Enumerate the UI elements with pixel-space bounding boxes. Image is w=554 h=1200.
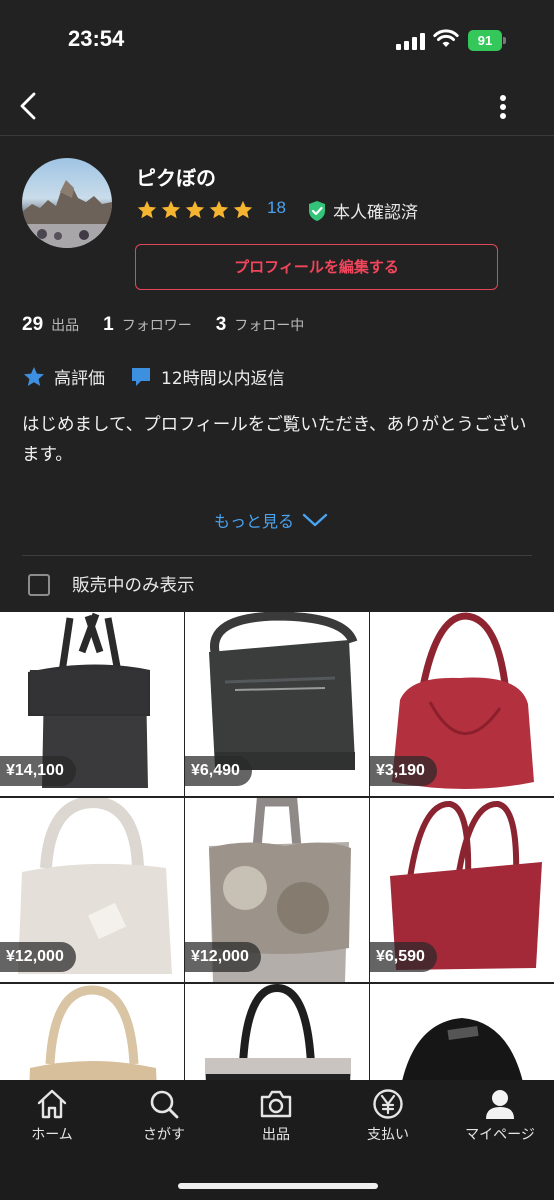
battery-indicator: 91 (468, 30, 506, 51)
star-icon (233, 200, 253, 219)
star-icon (161, 200, 181, 219)
on-sale-filter[interactable]: 販売中のみ表示 (28, 572, 195, 597)
person-icon (486, 1090, 514, 1119)
chat-bubble-icon (132, 367, 150, 386)
stat-label: フォロワー (121, 318, 192, 334)
avatar[interactable] (22, 158, 112, 248)
item-tile[interactable]: ¥12,000 (0, 798, 184, 982)
yen-icon (373, 1089, 403, 1119)
avatar-photo (22, 180, 112, 248)
rating-stars[interactable] (136, 198, 254, 222)
battery-level: 91 (468, 30, 502, 51)
star-icon (137, 200, 157, 219)
tab-label: ホーム (31, 1127, 73, 1143)
tab-sell[interactable]: 出品 (226, 1088, 326, 1144)
seller-badges: 高評価 12時間以内返信 (22, 364, 309, 389)
wifi-icon (433, 29, 459, 47)
home-icon (37, 1089, 67, 1119)
divider (22, 555, 532, 556)
item-price: ¥3,190 (370, 756, 437, 786)
item-price: ¥6,590 (370, 942, 437, 972)
star-icon (209, 200, 229, 219)
home-indicator (178, 1183, 378, 1189)
item-price: ¥14,100 (0, 756, 76, 786)
badge-high-rating: 高評価 (22, 364, 105, 389)
tab-bar: ホーム さがす 出品 支払い マイページ (0, 1080, 554, 1200)
stat-value: 29 (22, 314, 44, 335)
item-tile[interactable]: ¥3,190 (370, 612, 554, 796)
chevron-down-icon (302, 513, 328, 527)
profile-stats: 29 出品 1 フォロワー 3 フォロー中 (22, 314, 328, 336)
filter-label: 販売中のみ表示 (72, 576, 195, 596)
on-sale-checkbox[interactable] (28, 573, 50, 596)
item-price: ¥12,000 (0, 942, 76, 972)
search-icon (150, 1090, 179, 1119)
rating-count[interactable]: 18 (267, 198, 286, 218)
tab-label: 出品 (262, 1127, 290, 1143)
stat-value: 3 (215, 314, 227, 335)
badge-fast-reply: 12時間以内返信 (129, 364, 285, 389)
shield-check-icon (309, 200, 325, 221)
item-tile[interactable]: ¥14,100 (0, 612, 184, 796)
star-icon (185, 200, 205, 219)
stat-label: フォロー中 (234, 318, 305, 334)
camera-icon (260, 1090, 292, 1118)
edit-profile-button[interactable]: プロフィールを編集する (135, 244, 498, 290)
tab-label: さがす (143, 1127, 185, 1143)
stat-label: 出品 (51, 318, 80, 334)
tab-home[interactable]: ホーム (2, 1088, 102, 1144)
badge-label: 12時間以内返信 (161, 369, 285, 389)
tab-mypage[interactable]: マイページ (450, 1088, 550, 1144)
stat-listings: 29 出品 (22, 314, 79, 336)
tab-label: マイページ (465, 1127, 535, 1143)
stat-following[interactable]: 3 フォロー中 (216, 314, 305, 336)
item-price: ¥12,000 (185, 942, 261, 972)
item-tile[interactable]: ¥6,590 (370, 798, 554, 982)
status-time: 23:54 (68, 26, 125, 51)
back-icon[interactable] (14, 86, 44, 126)
profile-bio: はじめまして、プロフィールをご覧いただき、ありがとうございます。 (22, 415, 527, 465)
status-bar: 23:54 91 (0, 0, 554, 80)
stat-value: 1 (103, 314, 114, 335)
more-options-icon[interactable] (490, 90, 516, 126)
show-more-label: もっと見る (214, 512, 295, 531)
cellular-signal-icon (396, 32, 426, 50)
item-tile[interactable]: ¥12,000 (185, 798, 369, 982)
profile-name: ピクぼの (136, 166, 216, 190)
verified-label: 本人確認済 (333, 203, 418, 223)
verified-badge: 本人確認済 (307, 198, 418, 223)
item-price: ¥6,490 (185, 756, 252, 786)
tab-search[interactable]: さがす (114, 1088, 214, 1144)
nav-bar (0, 80, 554, 136)
item-tile[interactable]: ¥6,490 (185, 612, 369, 796)
stat-followers[interactable]: 1 フォロワー (103, 314, 192, 336)
star-icon (24, 366, 44, 386)
badge-label: 高評価 (54, 369, 105, 389)
tab-payment[interactable]: 支払い (338, 1088, 438, 1144)
tab-label: 支払い (367, 1127, 409, 1143)
show-more-link[interactable]: もっと見る (214, 508, 328, 532)
